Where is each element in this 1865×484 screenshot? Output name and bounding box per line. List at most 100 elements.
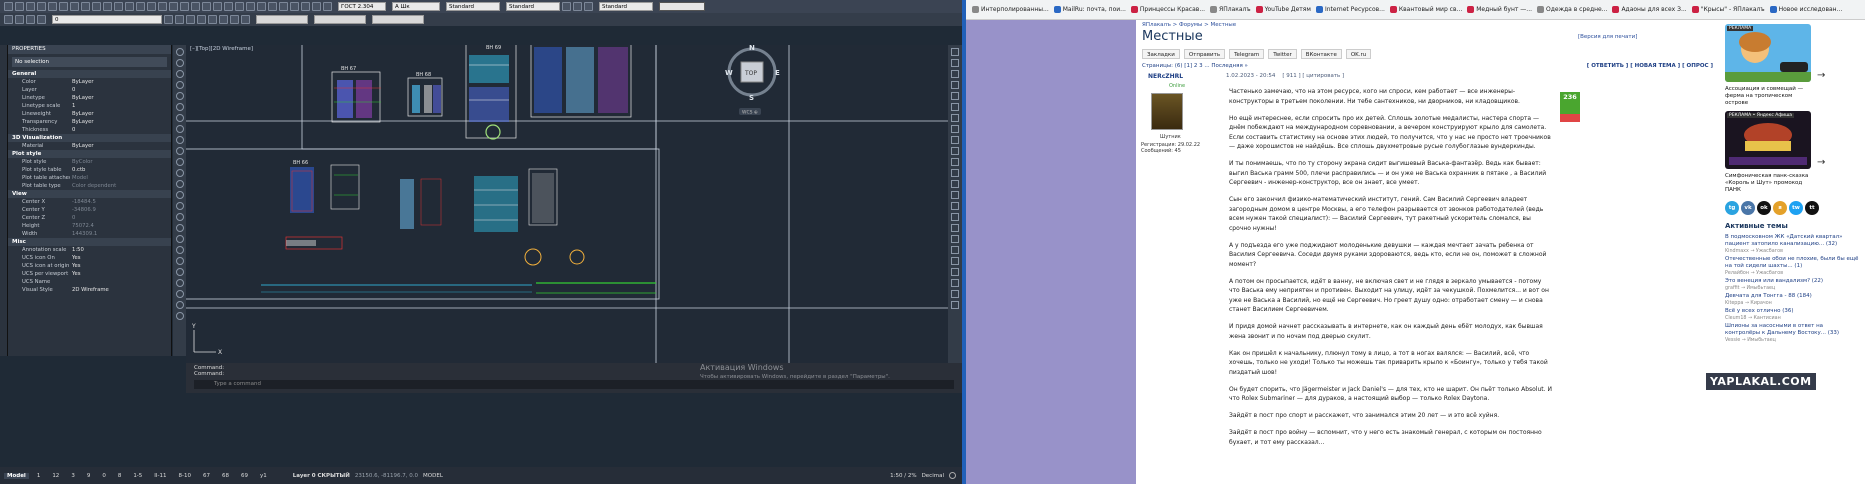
layout-tab[interactable]: 1 xyxy=(34,473,44,479)
property-value[interactable]: -34806.9 xyxy=(70,206,171,214)
line-tool-icon[interactable] xyxy=(175,48,184,56)
layout-tab[interactable]: 67 xyxy=(200,473,213,479)
group-icon[interactable] xyxy=(136,2,145,11)
layout-tab[interactable]: 1-5 xyxy=(130,473,145,479)
table-icon[interactable] xyxy=(257,2,266,11)
property-value[interactable]: 0.ctb xyxy=(70,166,171,174)
active-topic-item[interactable]: Всё у всех отлично (36) Cleum18 → Кантиси… xyxy=(1725,308,1859,322)
property-row[interactable]: UCS per viewport Yes xyxy=(8,270,171,278)
properties-section-header[interactable]: Plot style xyxy=(8,150,171,158)
property-value[interactable]: Color dependent xyxy=(70,182,171,190)
model-space-toggle[interactable]: MODEL xyxy=(423,473,443,479)
gradient-tool-icon[interactable] xyxy=(175,290,184,298)
trim-tool-icon[interactable] xyxy=(951,103,959,111)
polygon-tool-icon[interactable] xyxy=(175,103,184,111)
property-value[interactable]: 1 xyxy=(70,102,171,110)
pan-icon[interactable] xyxy=(323,2,332,11)
ad-text-2[interactable]: Симфоническая панк-сказка «Король и Шут»… xyxy=(1725,173,1811,194)
block-tool-icon[interactable] xyxy=(175,191,184,199)
annotate-icon[interactable] xyxy=(290,2,299,11)
thread-actions[interactable]: [ ОТВЕТИТЬ ] [ НОВАЯ ТЕМА ] [ ОПРОС ] xyxy=(1587,62,1713,70)
revcloud-tool-icon[interactable] xyxy=(175,213,184,221)
topic-title[interactable]: В подмосковном ЖК «Датский квартал» паци… xyxy=(1725,234,1859,248)
property-value[interactable]: ByLayer xyxy=(70,94,171,102)
property-value[interactable]: 0 xyxy=(70,126,171,134)
boundary-tool-icon[interactable] xyxy=(175,279,184,287)
ad-block-1[interactable]: РЕКЛАМА Ассоциация и совмещай — ферма на… xyxy=(1725,24,1859,107)
topic-title[interactable]: Девчата для Тонгга - 88 (184) xyxy=(1725,293,1859,300)
vk-icon[interactable]: vk xyxy=(1741,201,1755,215)
measure-tool-icon[interactable] xyxy=(175,312,184,320)
paste-icon[interactable] xyxy=(180,2,189,11)
layer-tool-icon[interactable] xyxy=(951,279,959,287)
lineweight-dropdown[interactable] xyxy=(372,15,424,24)
rotate-icon[interactable] xyxy=(202,2,211,11)
share-button[interactable]: Twitter xyxy=(1268,49,1297,59)
property-row[interactable]: Transparency ByLayer xyxy=(8,118,171,126)
property-value[interactable]: Yes xyxy=(70,254,171,262)
properties-section-header[interactable]: General xyxy=(8,70,171,78)
layout-tab[interactable]: 8 xyxy=(115,473,125,479)
drawing-canvas[interactable]: [–][Top][2D Wireframe] ВН 67 ВН 68 ВН 69… xyxy=(186,45,948,363)
match-icon[interactable] xyxy=(81,2,90,11)
layer-props-icon[interactable] xyxy=(70,2,79,11)
move-tool-icon[interactable] xyxy=(951,48,959,56)
align-tool-icon[interactable] xyxy=(951,224,959,232)
property-row[interactable]: Plot table attached toModel xyxy=(8,174,171,182)
property-row[interactable]: Plot table type Color dependent xyxy=(8,182,171,190)
property-row[interactable]: Material ByLayer xyxy=(8,142,171,150)
bookmark-item[interactable]: Медный бунт —... xyxy=(1467,6,1532,13)
rectangle-tool-icon[interactable] xyxy=(175,92,184,100)
property-value[interactable]: 1:50 xyxy=(70,246,171,254)
array-icon[interactable] xyxy=(224,2,233,11)
fillet-tool-icon[interactable] xyxy=(951,158,959,166)
layout-tab[interactable]: 12 xyxy=(49,473,62,479)
scale-icon[interactable] xyxy=(213,2,222,11)
property-row[interactable]: Visual Style 2D Wireframe xyxy=(8,286,171,294)
point-tool-icon[interactable] xyxy=(175,180,184,188)
ellipse-tool-icon[interactable] xyxy=(175,114,184,122)
polyline-tool-icon[interactable] xyxy=(175,59,184,67)
topic-title[interactable]: Отечественные обои не плохие, были бы ещ… xyxy=(1725,256,1859,270)
extend-tool-icon[interactable] xyxy=(951,114,959,122)
share-button[interactable]: Закладки xyxy=(1142,49,1180,59)
property-row[interactable]: Plot style table 0.ctb xyxy=(8,166,171,174)
property-row[interactable]: UCS icon at origin Yes xyxy=(8,262,171,270)
area-tool-icon[interactable] xyxy=(951,301,959,309)
view-cube-top-label[interactable]: TOP xyxy=(744,70,757,77)
compass-west[interactable]: W xyxy=(725,69,733,77)
plot-style-dropdown[interactable]: Standard xyxy=(599,2,653,11)
compass-south[interactable]: S xyxy=(749,94,754,102)
layout-tab[interactable]: II-11 xyxy=(151,473,169,479)
active-topic-item[interactable]: Это венеция или вандализм? (22) graffit →… xyxy=(1725,278,1859,292)
wcs-menu[interactable]: WCS ⊕ xyxy=(742,110,758,116)
layout-tab[interactable]: 3 xyxy=(68,473,78,479)
markup-icon[interactable] xyxy=(279,2,288,11)
layer-thaw-icon[interactable] xyxy=(219,15,228,24)
layer-prev-icon[interactable] xyxy=(164,15,173,24)
active-topic-item[interactable]: В подмосковном ЖК «Датский квартал» паци… xyxy=(1725,234,1859,255)
property-value[interactable]: ByLayer xyxy=(70,78,171,86)
topic-title[interactable]: Шпионы за насосными в ответ на контролёр… xyxy=(1725,323,1859,337)
mirror-tool-icon[interactable] xyxy=(951,202,959,210)
pagination[interactable]: Страницы: (6) [1] 2 3 ... Последняя » xyxy=(1142,62,1248,70)
properties-section-header[interactable]: 3D Visualization xyxy=(8,134,171,142)
property-row[interactable]: Linetype scale 1 xyxy=(8,102,171,110)
property-value[interactable]: ByColor xyxy=(70,158,171,166)
rotate-tool-icon[interactable] xyxy=(951,70,959,78)
mleader-style-dropdown[interactable]: Standard xyxy=(506,2,560,11)
property-value[interactable]: 0 xyxy=(70,214,171,222)
mirror-icon[interactable] xyxy=(191,2,200,11)
layer-off-icon[interactable] xyxy=(208,15,217,24)
post-number[interactable]: [ 911 ] xyxy=(1282,73,1300,79)
share-button[interactable]: OK.ru xyxy=(1345,49,1372,59)
new-file-icon[interactable] xyxy=(4,2,13,11)
break-tool-icon[interactable] xyxy=(951,125,959,133)
share-button[interactable]: ВКонтакте xyxy=(1300,49,1342,59)
property-value[interactable]: 144309.1 xyxy=(70,230,171,238)
bookmark-item[interactable]: Internet Ресурсов... xyxy=(1315,6,1385,13)
ad-block-2[interactable]: РЕКЛАМА • Яндекс Афиша Симфоническая пан… xyxy=(1725,111,1859,194)
topic-title[interactable]: Это венеция или вандализм? (22) xyxy=(1725,278,1859,285)
properties-section-header[interactable]: View xyxy=(8,190,171,198)
bookmark-item[interactable]: YouTube Детям xyxy=(1255,6,1311,13)
